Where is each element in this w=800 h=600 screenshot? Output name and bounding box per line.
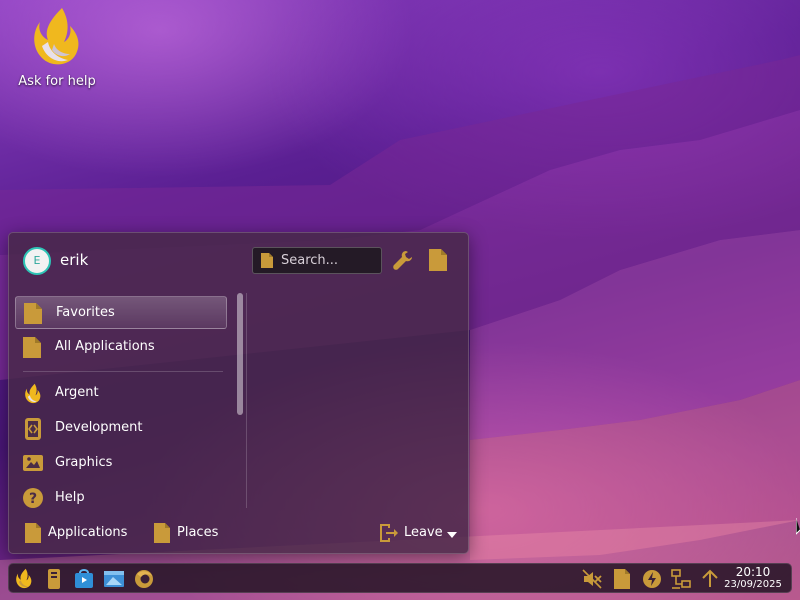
tray-power[interactable] [641, 568, 663, 590]
argent-flame-icon [16, 568, 32, 589]
store-icon [75, 569, 93, 588]
category-label: All Applications [55, 339, 155, 354]
document-icon [429, 249, 447, 271]
configure-button[interactable] [392, 249, 414, 271]
category-help[interactable]: ? Help [15, 482, 227, 508]
document-icon [614, 569, 630, 589]
tray-volume[interactable] [581, 568, 603, 590]
category-graphics[interactable]: Graphics [15, 447, 227, 480]
image-icon [23, 455, 43, 471]
clock-time: 20:10 [735, 565, 771, 579]
document-icon [154, 523, 170, 543]
wrench-icon [393, 251, 412, 270]
launcher-header: E erik Search... [9, 233, 468, 287]
application-launcher-button[interactable] [14, 568, 36, 590]
search-placeholder: Search... [281, 253, 339, 268]
places-tab-label: Places [177, 525, 219, 540]
category-scrollbar[interactable] [237, 293, 243, 508]
category-all-applications[interactable]: All Applications [15, 331, 227, 364]
tray-network[interactable] [670, 568, 692, 590]
pin-button[interactable] [429, 249, 451, 271]
applications-tab-label: Applications [48, 525, 128, 540]
document-icon [261, 253, 273, 268]
power-icon [643, 570, 661, 588]
category-label: Development [55, 420, 143, 435]
desktop-icon-label: Ask for help [18, 74, 96, 89]
help-icon: ? [23, 488, 43, 508]
search-input[interactable]: Search... [252, 247, 382, 274]
applications-tab[interactable]: Applications [25, 521, 128, 545]
firefox-icon [135, 570, 153, 588]
taskbar-file-manager[interactable] [103, 568, 125, 590]
document-icon [23, 337, 41, 358]
taskbar-firefox[interactable] [133, 568, 155, 590]
category-favorites[interactable]: Favorites [15, 296, 227, 329]
leave-icon [380, 524, 398, 542]
leave-button-label: Leave [404, 525, 443, 540]
clock-date: 23/09/2025 [724, 579, 782, 590]
leave-button[interactable]: Leave [379, 521, 459, 545]
volume-muted-icon [582, 569, 602, 589]
tray-expand[interactable] [699, 568, 721, 590]
avatar[interactable]: E [23, 247, 51, 275]
places-tab[interactable]: Places [154, 521, 224, 545]
document-icon [24, 303, 42, 324]
category-label: Help [55, 490, 85, 505]
category-label: Favorites [56, 305, 115, 320]
category-label: Graphics [55, 455, 113, 470]
chevron-down-icon [447, 532, 457, 538]
launcher-footer: Applications Places Leave [9, 513, 468, 553]
network-icon [671, 569, 691, 589]
desktop-icon-ask-for-help[interactable]: Ask for help [12, 6, 102, 89]
category-label: Argent [55, 385, 99, 400]
scrollbar-thumb[interactable] [237, 293, 243, 415]
taskbar: 20:10 23/09/2025 [8, 563, 792, 593]
pane-separator [246, 293, 247, 508]
application-launcher: E erik Search... Favorites All Applicati… [8, 232, 469, 554]
arrow-up-icon [702, 569, 718, 587]
svg-text:?: ? [29, 491, 37, 507]
category-argent[interactable]: Argent [15, 377, 227, 410]
tray-clipboard[interactable] [613, 568, 635, 590]
document-icon [25, 523, 41, 543]
taskbar-store[interactable] [73, 568, 95, 590]
taskbar-system-monitor[interactable] [44, 568, 66, 590]
mouse-cursor-icon [796, 518, 800, 535]
category-development[interactable]: Development [15, 412, 227, 445]
category-list: Favorites All Applications Argent Develo… [15, 293, 237, 508]
username: erik [60, 251, 89, 269]
argent-flame-icon [34, 8, 79, 65]
argent-flame-icon [25, 383, 41, 404]
category-separator [23, 371, 223, 372]
system-monitor-icon [48, 569, 60, 589]
file-manager-icon [104, 571, 124, 587]
development-icon [25, 418, 41, 440]
digital-clock[interactable]: 20:10 23/09/2025 [721, 566, 785, 591]
